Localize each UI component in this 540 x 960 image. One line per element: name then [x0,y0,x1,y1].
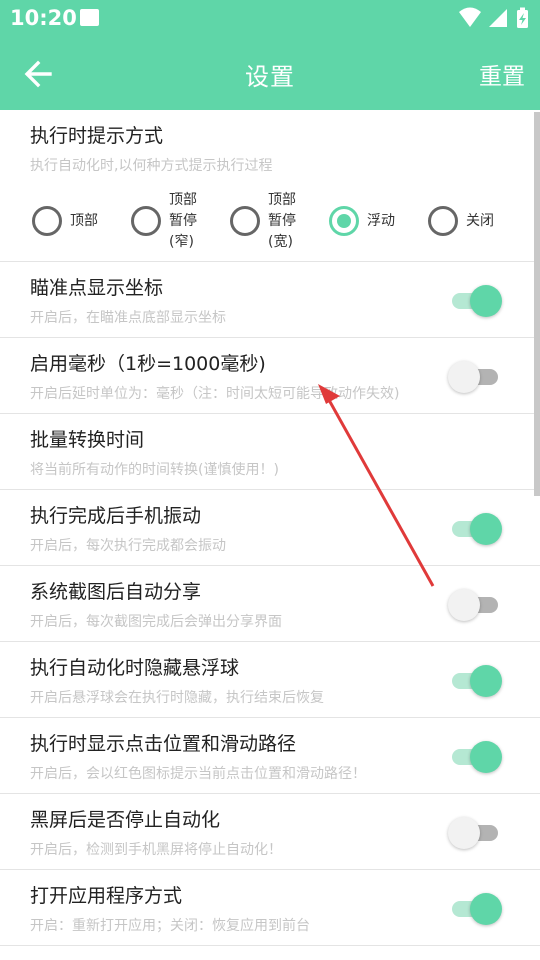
setting-title: 黑屏后是否停止自动化 [30,809,221,831]
toggle-thumb[interactable] [470,893,502,925]
toggle-thumb[interactable] [470,285,502,317]
setting-row[interactable]: 执行完成后手机振动开启后，每次执行完成都会振动 [0,490,540,566]
setting-description: 开启后，每次截图完成后会弹出分享界面 [30,614,282,630]
battery-icon [517,7,528,28]
toggle-switch[interactable] [448,284,502,317]
setting-description: 开启后，检测到手机黑屏将停止自动化！ [30,842,282,858]
setting-description: 开启后，在瞄准点底部显示坐标 [30,310,226,326]
status-bar: 10:20 [0,0,540,38]
toggle-thumb[interactable] [470,665,502,697]
setting-row[interactable]: 启用毫秒（1秒=1000毫秒) 开启后延时单位为：毫秒（注：时间太短可能导致动作失… [0,338,540,414]
setting-title: 系统截图后自动分享 [30,581,202,603]
radio-unchecked-icon[interactable] [230,206,260,236]
radio-label: 顶部暂停 (窄) [169,190,197,253]
page-title: 设置 [245,63,295,91]
toggle-switch[interactable] [448,816,502,849]
setting-description: 开启后，会以红色图标提示当前点击位置和滑动路径！ [30,766,366,782]
setting-row[interactable]: 打开应用程序方式开启：重新打开应用；关闭：恢复应用到前台 [0,870,540,946]
app-bar: 设置 重置 [0,38,540,110]
setting-row[interactable]: 执行时显示点击位置和滑动路径开启后，会以红色图标提示当前点击位置和滑动路径！ [0,718,540,794]
radio-checked-icon[interactable] [329,206,359,236]
toggle-switch[interactable] [448,664,502,697]
radio-label-line: 顶部 [70,213,98,229]
radio-label: 顶部 [70,211,98,232]
setting-description: 开启后，每次执行完成都会振动 [30,538,226,554]
setting-row[interactable]: 执行自动化时隐藏悬浮球开启后悬浮球会在执行时隐藏，执行结束后恢复 [0,642,540,718]
toggle-thumb[interactable] [470,741,502,773]
setting-title: 执行时显示点击位置和滑动路径 [30,733,297,755]
radio-label-line: (窄) [169,234,194,250]
scrollbar[interactable] [534,112,540,496]
radio-label: 关闭 [466,211,494,232]
toggle-switch[interactable] [448,740,502,773]
notify-mode-radio-group: 顶部 顶部 暂停 (窄) 顶部 暂停 (宽) 浮动 关闭 [30,190,530,256]
radio-option[interactable]: 顶部暂停 (窄) [129,190,225,256]
settings-list: 执行时提示方式 执行自动化时,以何种方式提示执行过程 顶部 顶部 暂停 (窄) 顶部 暂停… [0,110,540,960]
toggle-thumb[interactable] [448,589,480,621]
setting-description: 开启后延时单位为：毫秒（注：时间太短可能导致动作失效) [30,386,400,402]
reset-button[interactable]: 重置 [479,57,525,91]
toggle-switch[interactable] [448,892,502,925]
setting-description: 执行自动化时,以何种方式提示执行过程 [30,158,273,174]
toggle-switch[interactable] [448,588,502,621]
toggle-thumb[interactable] [448,361,480,393]
radio-unchecked-icon[interactable] [428,206,458,236]
setting-description: 开启：重新打开应用；关闭：恢复应用到前台 [30,918,310,934]
setting-row[interactable]: 黑屏后是否停止自动化开启后，检测到手机黑屏将停止自动化！ [0,794,540,870]
radio-option[interactable]: 顶部暂停 (宽) [228,190,324,256]
radio-label-line: 暂停 [169,213,197,229]
radio-unchecked-icon[interactable] [131,206,161,236]
setting-title: 瞄准点显示坐标 [30,277,164,299]
signal-icon [489,9,507,27]
radio-label-line: 浮动 [367,213,395,229]
radio-option[interactable]: 顶部 [30,190,126,256]
radio-label-line: 顶部 [169,192,197,208]
setting-title: 批量转换时间 [30,429,145,451]
setting-notify-mode: 执行时提示方式 执行自动化时,以何种方式提示执行过程 顶部 顶部 暂停 (窄) 顶部 暂停… [0,110,540,262]
toggle-switch[interactable] [448,512,502,545]
radio-label-line: 顶部 [268,192,296,208]
radio-option[interactable]: 浮动 [327,190,423,256]
radio-label-line: (宽) [268,234,293,250]
radio-label: 浮动 [367,211,395,232]
toggle-thumb[interactable] [448,817,480,849]
wifi-icon [459,7,481,27]
radio-unchecked-icon[interactable] [32,206,62,236]
setting-row[interactable]: 批量转换时间将当前所有动作的时间转换(谨慎使用！) [0,414,540,490]
gallery-notification-icon [80,9,99,26]
radio-label: 顶部暂停 (宽) [268,190,296,253]
setting-description: 将当前所有动作的时间转换(谨慎使用！) [30,462,279,478]
radio-label-line: 关闭 [466,213,494,229]
status-icons [459,7,528,28]
radio-label-line: 暂停 [268,213,296,229]
toggle-thumb[interactable] [470,513,502,545]
status-time: 10:20 [10,6,77,30]
setting-title: 打开应用程序方式 [30,885,183,907]
radio-option[interactable]: 关闭 [426,190,522,256]
setting-row[interactable]: 瞄准点显示坐标开启后，在瞄准点底部显示坐标 [0,262,540,338]
setting-title: 执行时提示方式 [30,125,164,147]
setting-title: 执行自动化时隐藏悬浮球 [30,657,240,679]
setting-description: 开启后悬浮球会在执行时隐藏，执行结束后恢复 [30,690,324,706]
setting-title: 执行完成后手机振动 [30,505,202,527]
setting-title: 启用毫秒（1秒=1000毫秒) [30,353,266,375]
setting-row[interactable]: 系统截图后自动分享开启后，每次截图完成后会弹出分享界面 [0,566,540,642]
toggle-switch[interactable] [448,360,502,393]
